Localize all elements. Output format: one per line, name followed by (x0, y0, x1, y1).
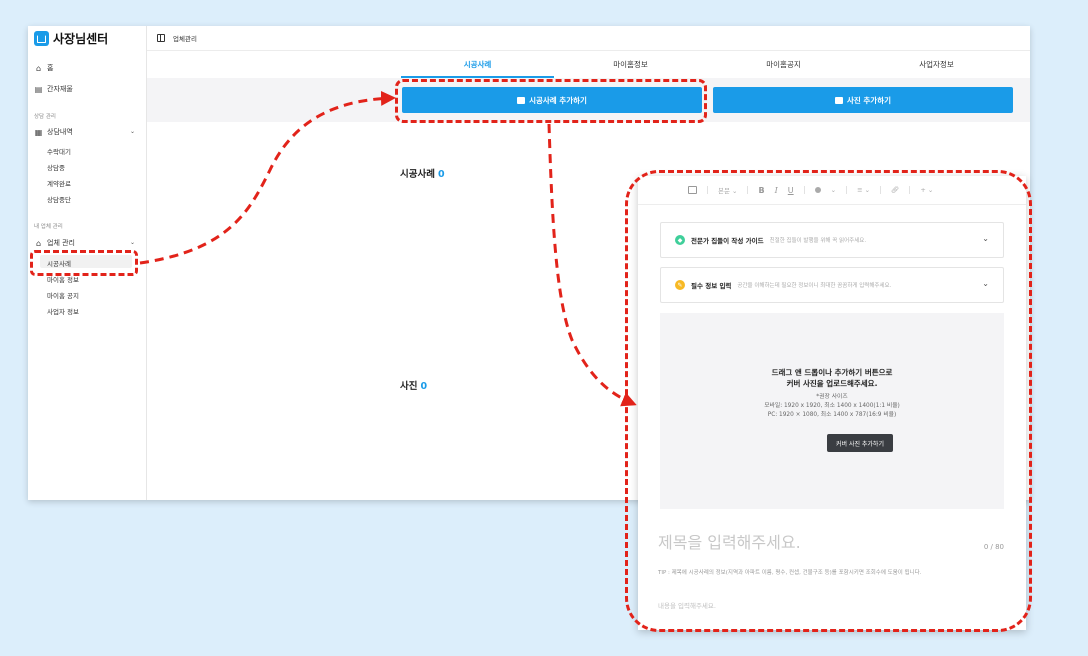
cover-photo-dropzone[interactable]: 드래그 앤 드롭이나 추가하기 버튼으로 커버 사진을 업로드해주세요. *권장… (660, 313, 1004, 509)
underline-button[interactable]: U (788, 186, 794, 195)
chevron-down-icon[interactable]: ⌄ (130, 239, 135, 246)
add-photo-button[interactable]: 사진 추가하기 (713, 87, 1013, 113)
section-label-consult: 상담 관리 (34, 114, 56, 120)
editor-toolbar: 본문 ⌄ B I U ⌄ ≡ ⌄ 🔗︎ + ⌄ (638, 176, 1026, 205)
recommended-size: *권장 사이즈 모바일: 1920 x 1920, 최소 1400 x 1400… (764, 394, 900, 418)
toolbar-divider (707, 186, 708, 194)
toolbar-divider (909, 186, 911, 194)
add-case-button[interactable]: 시공사례 추가하기 (402, 87, 702, 113)
chevron-down-icon[interactable]: ⌄ (982, 234, 989, 243)
sidebar-subitem[interactable]: 상담중 (47, 162, 65, 172)
chevron-down-icon[interactable]: ⌄ (130, 128, 135, 135)
photos-section-title: 사진 0 (400, 381, 428, 392)
section-label-company: 내 업체 관리 (34, 224, 63, 230)
breadcrumb: 업체관리 (173, 35, 197, 43)
tab-myhome-notice[interactable]: 마이홈공지 (707, 54, 860, 78)
required-info-accordion[interactable]: ✎ 필수 정보 입력 공간을 이해하는데 필요한 정보이니 최대한 꼼꼼하게 입… (660, 267, 1004, 303)
logo-text: 사장님센터 (53, 32, 109, 46)
sidebar-subitem[interactable]: 사업자 정보 (47, 306, 79, 316)
title-char-count: 0 / 80 (983, 543, 1004, 551)
sidebar-toggle-icon[interactable] (157, 34, 165, 42)
chevron-down-icon[interactable]: ⌄ (831, 186, 836, 194)
text-color-icon[interactable] (814, 187, 821, 193)
action-band: 시공사례 추가하기 사진 추가하기 (147, 78, 1030, 122)
italic-button[interactable]: I (775, 186, 778, 195)
tab-bar: 시공사례 마이홈정보 마이홈공지 사업자정보 (147, 54, 1030, 78)
body-input[interactable] (658, 602, 998, 610)
toolbar-divider (747, 186, 749, 194)
sidebar: 사장님센터 ⌂ 홈 ▤ 간자재울 상담 관리 ▦ 상담내역 ⌄ 수락대기 상담중… (28, 26, 147, 500)
sidebar-subitem[interactable]: 수락대기 (47, 146, 71, 156)
sidebar-subitem[interactable]: 상담중단 (47, 194, 71, 204)
pencil-icon: ✎ (675, 280, 685, 290)
guide-icon: ◆ (675, 235, 685, 245)
tab-cases[interactable]: 시공사례 (401, 54, 554, 78)
toolbar-divider (803, 186, 805, 194)
sidebar-subitem[interactable]: 마이홈 정보 (47, 274, 79, 284)
sidebar-item-consult-history[interactable]: ▦ 상담내역 (34, 127, 73, 137)
cases-count: 0 (437, 169, 445, 180)
bold-button[interactable]: B (758, 186, 764, 195)
toolbar-divider (846, 186, 848, 194)
home-logo-icon (34, 31, 49, 46)
store-icon: ⌂ (35, 238, 42, 248)
home-icon: ⌂ (35, 63, 42, 73)
guide-accordion[interactable]: ◆ 전문가 집들이 작성 가이드 친절한 집들이 발행을 위해 꼭 읽어주세요.… (660, 222, 1004, 258)
sidebar-subitem[interactable]: 마이홈 공지 (47, 290, 79, 300)
insert-plus-button[interactable]: + ⌄ (920, 186, 933, 194)
chevron-down-icon[interactable]: ⌄ (982, 279, 989, 288)
sidebar-item-home[interactable]: ⌂ 홈 (34, 63, 54, 73)
toolbar-divider (880, 186, 882, 194)
case-editor-panel: 본문 ⌄ B I U ⌄ ≡ ⌄ 🔗︎ + ⌄ ◆ 전문가 집들이 작성 가이드… (638, 176, 1026, 630)
sidebar-item-cover-letter[interactable]: ▤ 간자재울 (34, 84, 73, 94)
add-cover-photo-button[interactable]: 커버 사진 추가하기 (827, 434, 893, 452)
dropzone-instructions: 드래그 앤 드롭이나 추가하기 버튼으로 커버 사진을 업로드해주세요. (771, 368, 893, 388)
tab-business-info[interactable]: 사업자정보 (860, 54, 1013, 78)
title-input[interactable] (658, 533, 938, 552)
building-icon: ▤ (34, 84, 43, 94)
logo[interactable]: 사장님센터 (34, 30, 108, 47)
topbar: 업체관리 (147, 26, 1030, 51)
document-icon: ▦ (34, 127, 43, 137)
photos-count: 0 (420, 381, 428, 392)
sidebar-subitem[interactable]: 계약완료 (47, 178, 71, 188)
tab-myhome-info[interactable]: 마이홈정보 (554, 54, 707, 78)
camera-icon (834, 96, 843, 104)
sidebar-subitem-cases[interactable]: 시공사례 (47, 258, 71, 268)
cases-section-title: 시공사례 0 (400, 169, 445, 180)
image-icon[interactable] (688, 186, 697, 194)
link-icon[interactable]: 🔗︎ (891, 186, 899, 194)
sidebar-item-company-manage[interactable]: ⌂ 업체 관리 (34, 238, 75, 248)
title-tip: TIP : 제목에 시공사례의 정보(지역과 아파트 이름, 평수, 컨셉, 건… (658, 570, 922, 576)
text-style-select[interactable]: 본문 ⌄ (718, 185, 737, 195)
align-icon[interactable]: ≡ ⌄ (857, 186, 870, 194)
document-icon (517, 96, 526, 104)
